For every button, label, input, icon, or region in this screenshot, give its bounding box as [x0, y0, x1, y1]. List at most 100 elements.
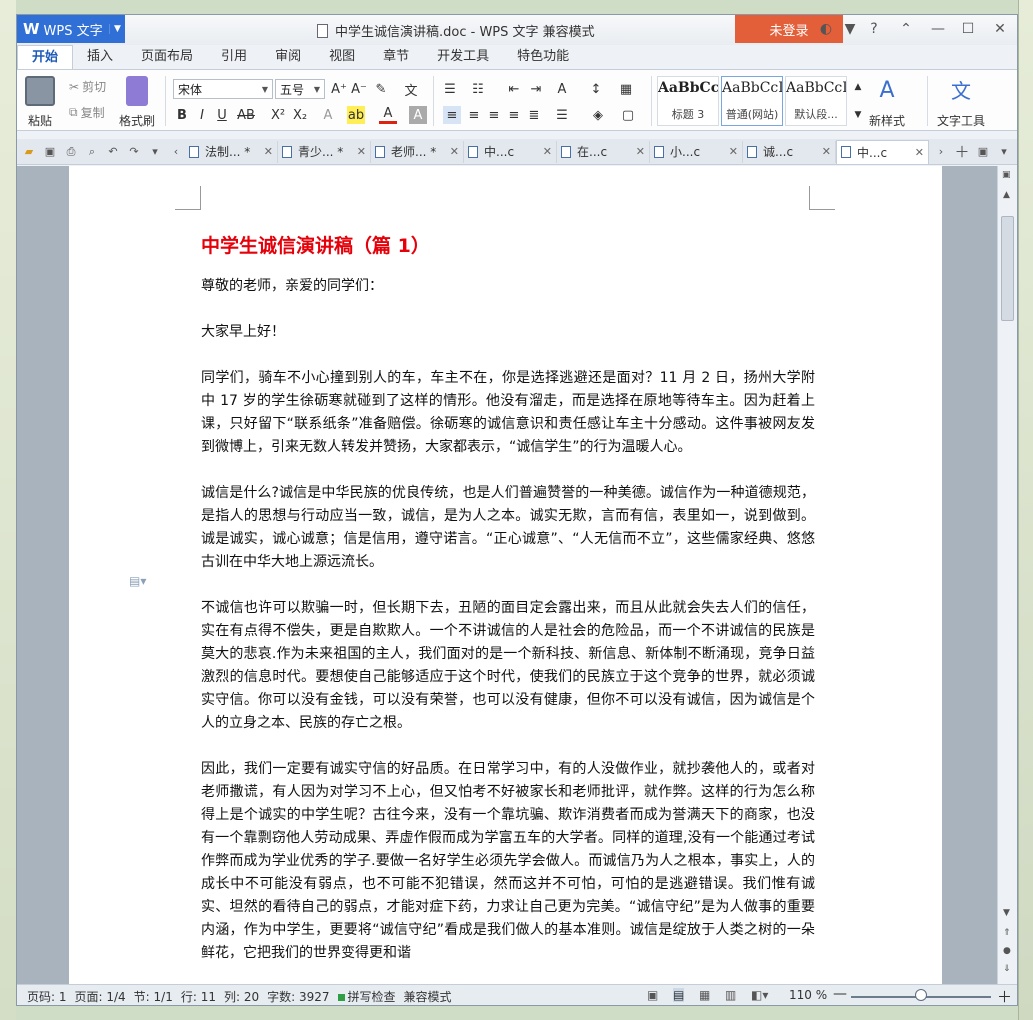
next-page-icon[interactable]: ⇓ — [1003, 964, 1011, 974]
document-page[interactable]: ▤▾ 中学生诚信演讲稿（篇 1） 尊敬的老师，亲爱的同学们： 大家早上好！ 同学… — [69, 166, 942, 984]
copy-button[interactable]: ⧉ 复制 — [69, 104, 105, 121]
subscript-icon[interactable]: X₂ — [291, 106, 309, 124]
tab-menu-icon[interactable]: ▾ — [995, 143, 1013, 161]
tab-developer[interactable]: 开发工具 — [423, 45, 503, 69]
close-icon[interactable]: ✕ — [357, 145, 366, 158]
styles-scroll-down-icon[interactable]: ▼ — [849, 106, 867, 124]
tab-review[interactable]: 审阅 — [261, 45, 315, 69]
save-icon[interactable]: ▣ — [41, 143, 59, 161]
close-icon[interactable]: ✕ — [450, 145, 459, 158]
border-icon[interactable]: ▢ — [619, 106, 637, 124]
decrease-indent-icon[interactable]: ⇤ — [505, 80, 523, 98]
align-right-icon[interactable]: ≡ — [485, 106, 503, 124]
read-mode-icon[interactable]: ▣ — [647, 988, 658, 1002]
app-menu-button[interactable]: W WPS 文字 ▼ — [17, 15, 125, 43]
print-preview-icon[interactable]: ⌕ — [83, 143, 101, 161]
format-painter-button[interactable]: 格式刷 — [119, 76, 155, 129]
doc-tab-active[interactable]: 中...c ✕ — [836, 139, 929, 164]
font-size-adjust-icon[interactable]: A — [553, 80, 571, 98]
tab-references[interactable]: 引用 — [207, 45, 261, 69]
web-view-icon[interactable]: ▥ — [725, 988, 736, 1002]
clear-format-icon[interactable]: ✎ — [372, 80, 390, 98]
grow-font-icon[interactable]: A⁺ — [330, 80, 348, 98]
scroll-tabs-left-icon[interactable]: ‹ — [167, 143, 185, 161]
style-default-para[interactable]: AaBbCcDc 默认段... — [785, 76, 847, 126]
status-pages[interactable]: 页面: 1/4 — [71, 988, 130, 1005]
close-icon[interactable]: ✕ — [264, 145, 273, 158]
justify-icon[interactable]: ≡ — [505, 106, 523, 124]
phonetic-icon[interactable]: 文 — [402, 80, 420, 99]
document-body[interactable]: 中学生诚信演讲稿（篇 1） 尊敬的老师，亲爱的同学们： 大家早上好！ 同学们，骑… — [201, 234, 815, 984]
tab-view[interactable]: 视图 — [315, 45, 369, 69]
tab-home[interactable]: 开始 — [17, 45, 74, 69]
close-button[interactable]: ✕ — [991, 20, 1009, 38]
close-icon[interactable]: ✕ — [543, 145, 552, 158]
help-icon[interactable]: ? — [865, 20, 883, 38]
sort-icon[interactable]: ↕ — [587, 80, 605, 98]
page-view-icon[interactable]: ▤ — [673, 988, 685, 1002]
tab-insert[interactable]: 插入 — [73, 45, 127, 69]
strikethrough-icon[interactable]: AB — [237, 106, 255, 124]
doc-tab[interactable]: 青少... * ✕ — [278, 140, 371, 163]
font-name-select[interactable]: 宋体 ▼ — [173, 79, 273, 99]
zoom-level[interactable]: 110 % — [789, 988, 827, 1002]
close-icon[interactable]: ✕ — [822, 145, 831, 158]
paragraph-marker-icon[interactable]: ▤▾ — [129, 574, 146, 588]
style-normal-web[interactable]: AaBbCcD 普通(网站) — [721, 76, 783, 126]
align-center-icon[interactable]: ≡ — [465, 106, 483, 124]
new-tab-icon[interactable]: ＋ — [953, 143, 971, 161]
doc-tab[interactable]: 在...c ✕ — [557, 140, 650, 163]
scroll-top-icon[interactable]: ▣ — [1002, 170, 1011, 180]
close-icon[interactable]: ✕ — [636, 145, 645, 158]
scrollbar-thumb[interactable] — [1001, 216, 1014, 321]
zoom-out-icon[interactable]: — — [833, 986, 847, 1002]
tab-page-layout[interactable]: 页面布局 — [127, 45, 207, 69]
scroll-up-icon[interactable]: ▲ — [1003, 190, 1010, 200]
align-left-icon[interactable]: ≡ — [443, 106, 461, 124]
char-shading-icon[interactable]: A — [409, 106, 427, 124]
collapse-ribbon-icon[interactable]: ⌃ — [897, 20, 915, 38]
doc-tab[interactable]: 小...c ✕ — [650, 140, 743, 163]
doc-tab[interactable]: 诚...c ✕ — [743, 140, 836, 163]
vertical-scrollbar[interactable]: ▣ ▲ ▼ ⇑ ● ⇓ — [997, 166, 1017, 984]
text-tools-button[interactable]: 文 文字工具 — [937, 76, 985, 129]
superscript-icon[interactable]: X² — [269, 106, 287, 124]
underline-icon[interactable]: U — [213, 106, 231, 124]
scroll-tabs-right-icon[interactable]: › — [932, 143, 950, 161]
cut-button[interactable]: ✂ 剪切 — [69, 78, 106, 95]
paste-button[interactable]: 粘贴 — [25, 76, 55, 129]
skin-icon[interactable]: ◐ — [817, 20, 835, 38]
shading-icon[interactable]: ◈ — [589, 106, 607, 124]
shrink-font-icon[interactable]: A⁻ — [350, 80, 368, 98]
font-size-select[interactable]: 五号 ▼ — [275, 79, 325, 99]
distribute-icon[interactable]: ≣ — [525, 106, 543, 124]
bold-icon[interactable]: B — [173, 106, 191, 124]
print-icon[interactable]: ⎙ — [62, 143, 80, 161]
zoom-slider-knob[interactable] — [915, 989, 927, 1001]
select-browse-icon[interactable]: ● — [1003, 946, 1011, 956]
outline-view-icon[interactable]: ▦ — [699, 988, 710, 1002]
undo-icon[interactable]: ↶ — [104, 143, 122, 161]
increase-indent-icon[interactable]: ⇥ — [527, 80, 545, 98]
chevron-down-icon[interactable]: ▼ — [109, 24, 125, 34]
bullet-list-icon[interactable]: ☰ — [441, 80, 459, 98]
tab-features[interactable]: 特色功能 — [503, 45, 583, 69]
new-style-button[interactable]: A 新样式 — [869, 76, 905, 129]
tab-section[interactable]: 章节 — [369, 45, 423, 69]
tab-list-icon[interactable]: ▣ — [974, 143, 992, 161]
prev-page-icon[interactable]: ⇑ — [1003, 928, 1011, 938]
open-icon[interactable]: ▰ — [20, 143, 38, 161]
spell-check-status[interactable]: 拼写检查 — [334, 988, 400, 1005]
eye-protect-icon[interactable]: ◧▾ — [751, 988, 768, 1002]
zoom-in-icon[interactable]: ＋ — [997, 986, 1012, 1005]
shirt-icon[interactable]: ▼ — [841, 20, 859, 38]
font-color-icon[interactable]: A — [379, 106, 397, 124]
doc-tab[interactable]: 老师... * ✕ — [371, 140, 464, 163]
text-effect-icon[interactable]: A — [319, 106, 337, 124]
numbered-list-icon[interactable]: ☷ — [469, 80, 487, 98]
highlight-icon[interactable]: ab — [347, 106, 365, 124]
styles-scroll-up-icon[interactable]: ▲ — [849, 78, 867, 96]
status-word-count[interactable]: 字数: 3927 — [263, 988, 333, 1005]
doc-tab[interactable]: 法制... * ✕ — [185, 140, 278, 163]
maximize-button[interactable]: ☐ — [959, 20, 977, 38]
